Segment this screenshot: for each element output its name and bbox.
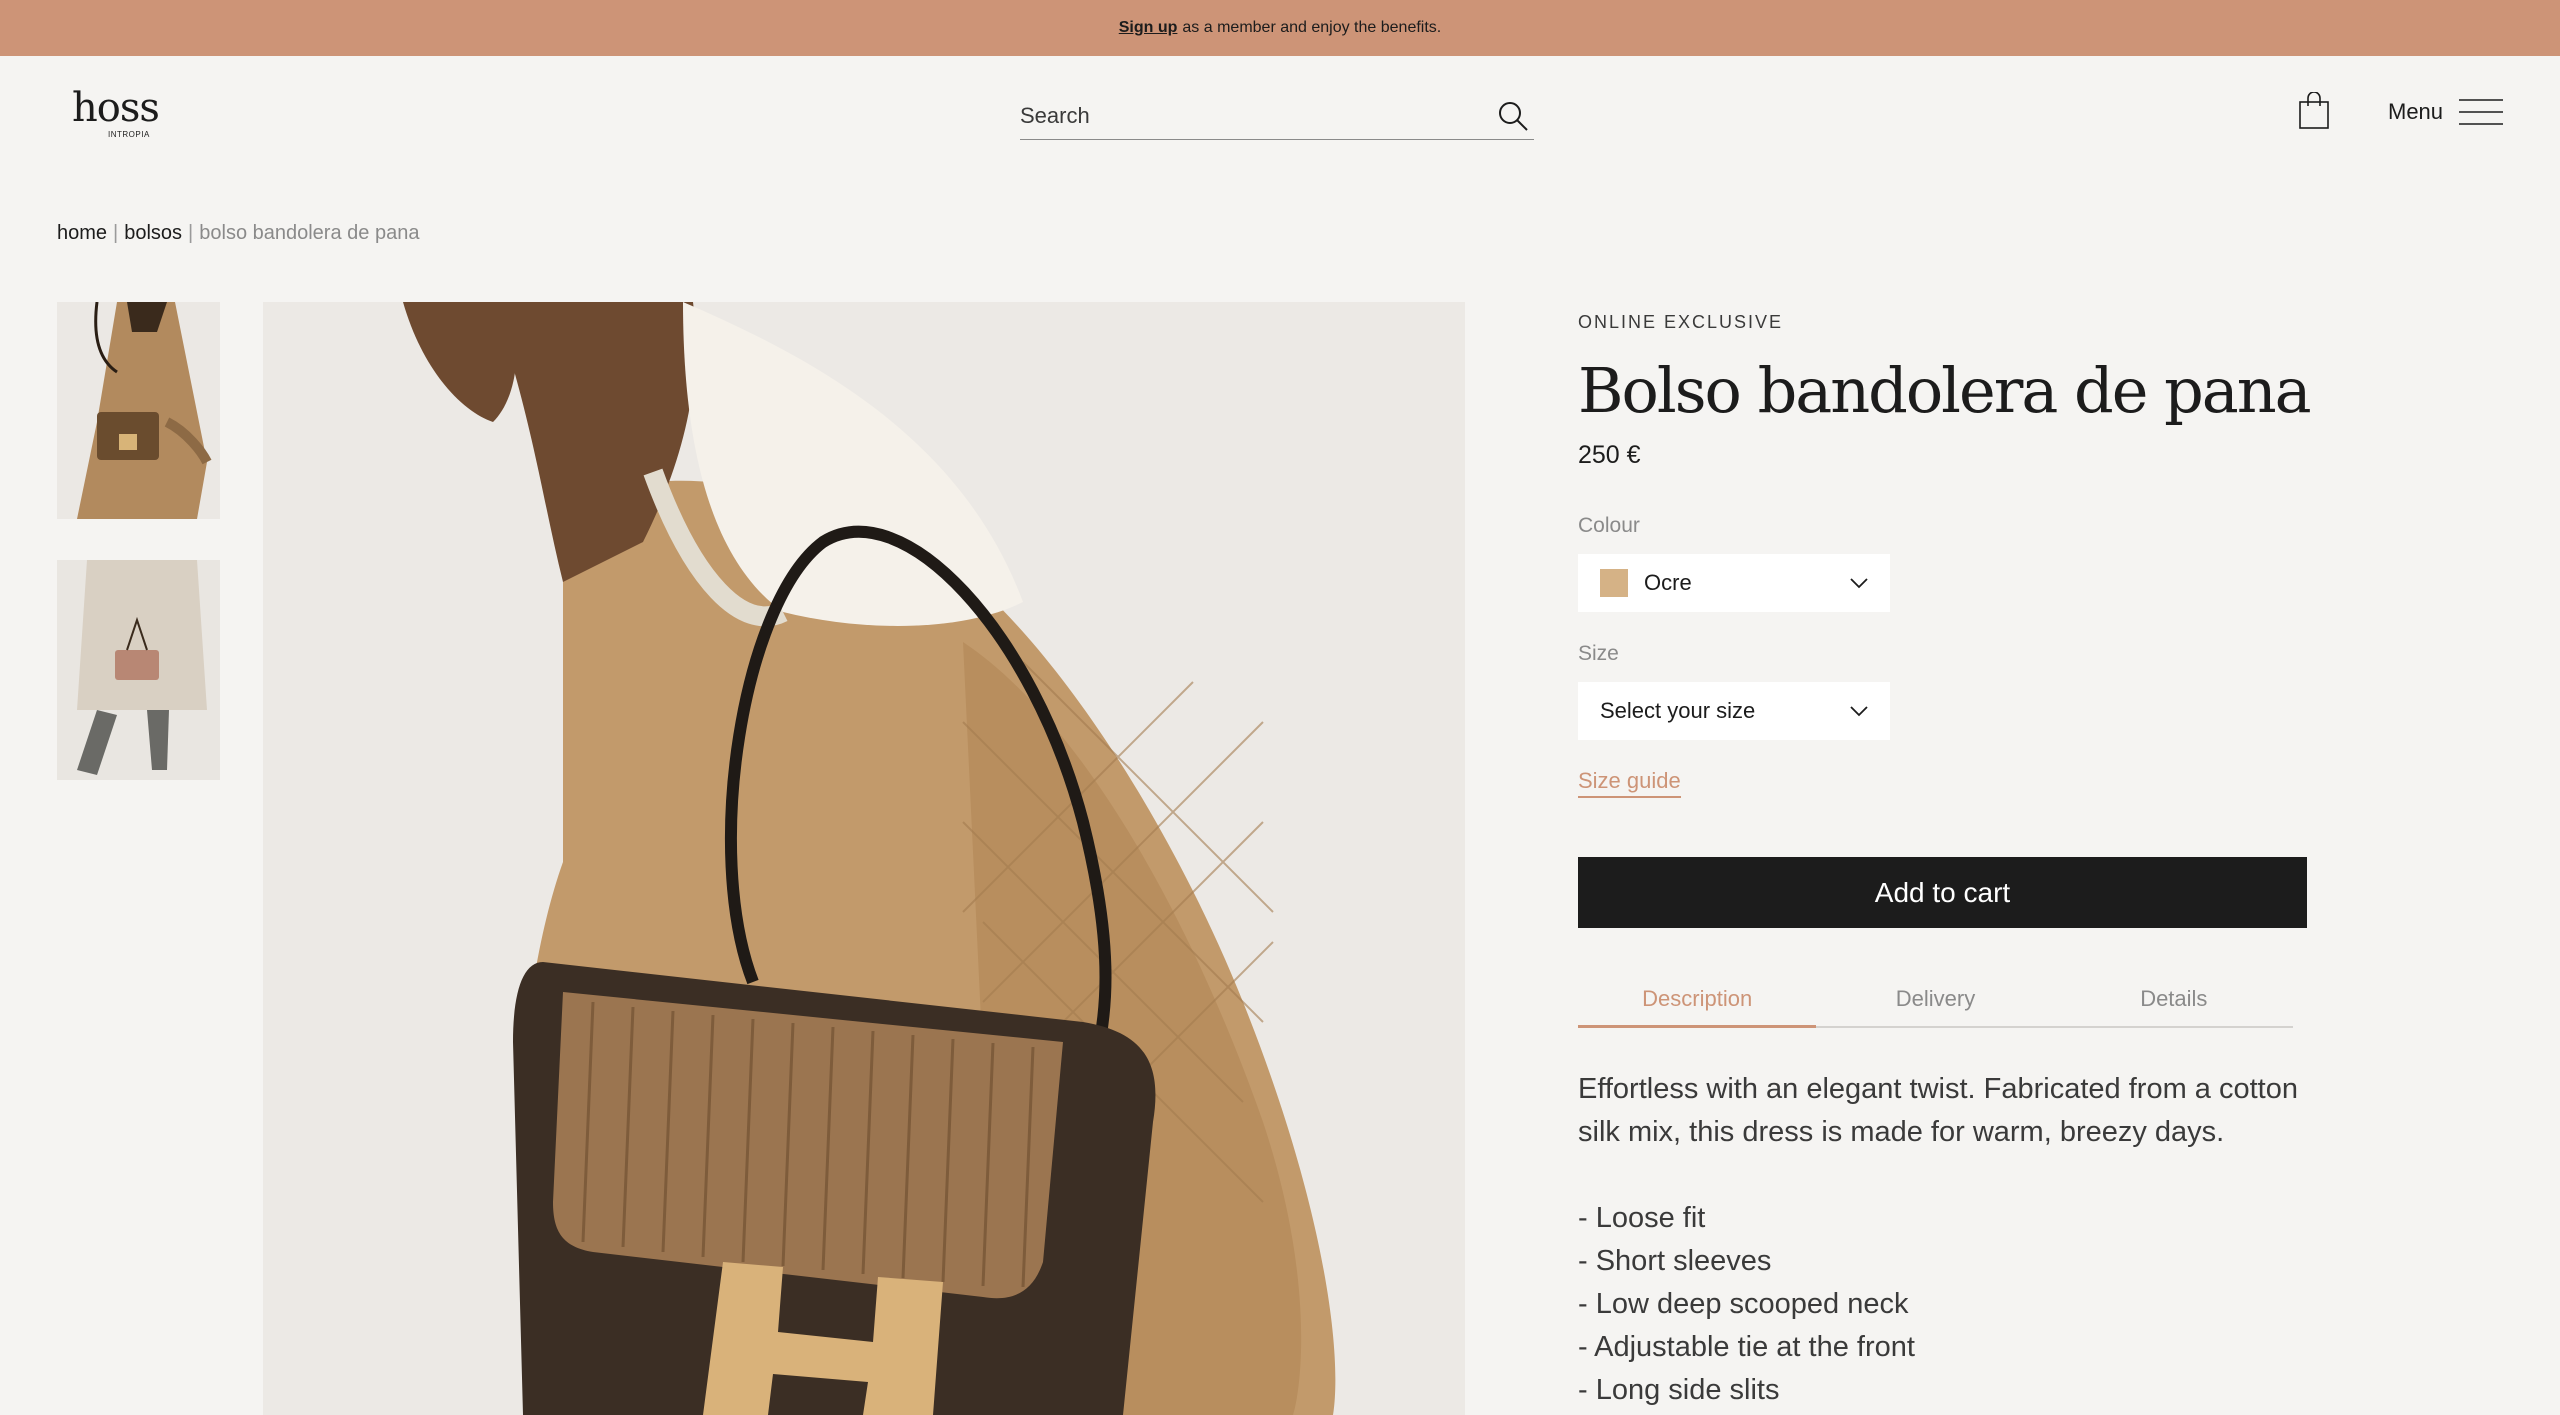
product-main-image: [263, 302, 1465, 1415]
logo-subtitle: INTROPIA: [108, 130, 150, 139]
size-value: Select your size: [1600, 698, 1756, 723]
description-text: Effortless with an elegant twist. Fabric…: [1578, 1073, 2298, 1148]
product-description: Effortless with an elegant twist. Fabric…: [1578, 1068, 2318, 1412]
shopping-bag-icon[interactable]: [2298, 92, 2330, 130]
product-thumbnail-1[interactable]: [57, 302, 220, 519]
hamburger-menu-icon: [2459, 99, 2504, 125]
search-input[interactable]: [1020, 102, 1496, 129]
chevron-down-icon: [1850, 578, 1868, 589]
list-item: - Low deep scooped neck: [1578, 1288, 1909, 1320]
size-guide-link[interactable]: Size guide: [1578, 768, 1681, 798]
tab-description[interactable]: Description: [1578, 978, 1817, 1028]
list-item: - Loose fit: [1578, 1202, 1706, 1234]
breadcrumb: home | bolsos | bolso bandolera de pana: [57, 222, 419, 245]
tab-details[interactable]: Details: [2055, 978, 2293, 1026]
menu-label: Menu: [2388, 99, 2444, 124]
tab-delivery[interactable]: Delivery: [1816, 978, 2054, 1026]
add-to-cart-button[interactable]: Add to cart: [1578, 857, 2307, 928]
colour-select[interactable]: Ocre: [1578, 554, 1890, 612]
list-item: - Short sleeves: [1578, 1245, 1772, 1277]
list-item: - Long side slits: [1578, 1374, 1780, 1406]
breadcrumb-home[interactable]: home: [57, 222, 107, 245]
list-item: - Adjustable tie at the front: [1578, 1331, 1915, 1363]
colour-label: Colour: [1578, 514, 1640, 537]
logo-wordmark: hoss: [72, 85, 160, 131]
size-select[interactable]: Select your size: [1578, 682, 1890, 740]
feature-list: - Loose fit - Short sleeves - Low deep s…: [1578, 1197, 2318, 1412]
online-exclusive-tag: ONLINE EXCLUSIVE: [1578, 312, 1784, 332]
colour-value: Ocre: [1644, 570, 1692, 595]
product-price: 250 €: [1578, 441, 1641, 469]
announcement-text: as a member and enjoy the benefits.: [1182, 19, 1442, 36]
size-label: Size: [1578, 642, 1619, 665]
colour-swatch: [1600, 569, 1628, 597]
chevron-down-icon: [1850, 706, 1868, 717]
logo[interactable]: hoss INTROPIA: [72, 85, 160, 140]
search-bar: [1020, 92, 1534, 140]
search-icon[interactable]: [1496, 99, 1530, 133]
breadcrumb-separator: |: [188, 222, 194, 244]
menu-button[interactable]: Menu: [2388, 96, 2504, 128]
breadcrumb-category[interactable]: bolsos: [124, 222, 182, 245]
breadcrumb-separator: |: [113, 222, 119, 244]
product-thumbnail-2[interactable]: [57, 560, 220, 780]
sign-up-link[interactable]: Sign up: [1119, 19, 1178, 37]
product-tabs: Description Delivery Details: [1578, 978, 2293, 1028]
breadcrumb-current: bolso bandolera de pana: [199, 222, 420, 244]
product-title: Bolso bandolera de pana: [1578, 354, 2312, 427]
announcement-bar: Sign up as a member and enjoy the benefi…: [0, 0, 2560, 56]
